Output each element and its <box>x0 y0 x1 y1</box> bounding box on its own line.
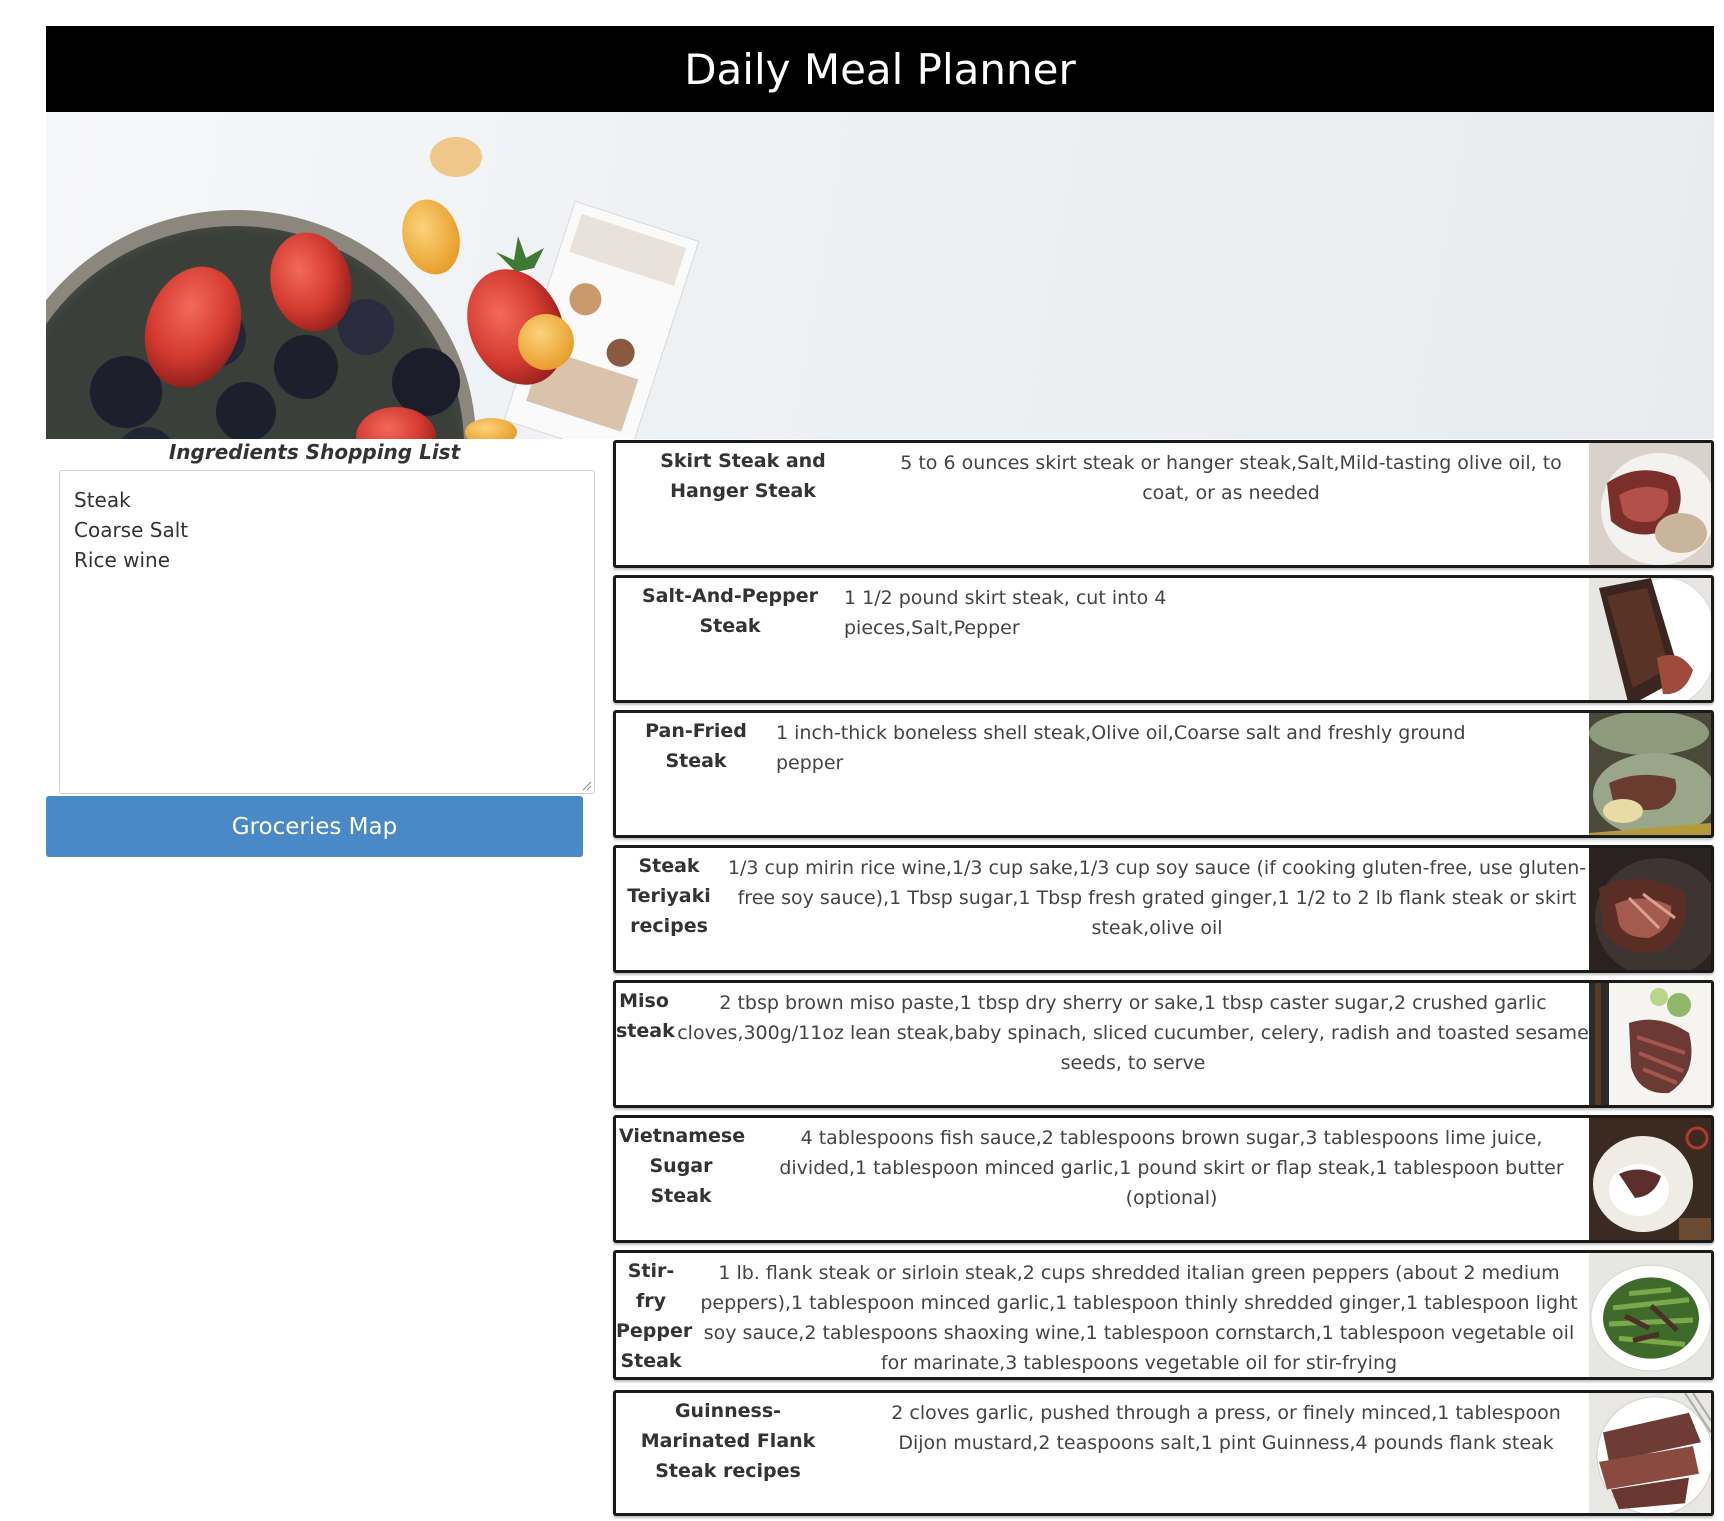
recipe-name: Pan-Fried Steak <box>645 720 747 772</box>
page-title: Daily Meal Planner <box>684 44 1076 94</box>
shopping-list-title: Ingredients Shopping List <box>168 440 461 464</box>
steak-photo <box>1589 443 1711 565</box>
recipe-ingredients: 1 1/2 pound skirt steak, cut into 4 piec… <box>844 587 1167 639</box>
recipe-ingredients: 5 to 6 ounces skirt steak or hanger stea… <box>900 452 1562 504</box>
recipe-name: Steak Teriyaki recipes <box>627 855 711 937</box>
recipe-card[interactable]: Miso steak 2 tbsp brown miso paste,1 tbs… <box>613 980 1714 1108</box>
recipe-card[interactable]: Stir-fry Pepper Steak 1 lb. flank steak … <box>613 1250 1714 1380</box>
groceries-map-button[interactable]: Groceries Map <box>46 796 583 857</box>
steak-photo <box>1589 1393 1711 1513</box>
recipe-ingredients: 2 tbsp brown miso paste,1 tbsp dry sherr… <box>677 992 1589 1074</box>
steak-photo <box>1589 848 1711 970</box>
recipe-card[interactable]: Salt-And-Pepper Steak 1 1/2 pound skirt … <box>613 575 1714 703</box>
steak-photo <box>1589 983 1711 1105</box>
shopping-list-item: Rice wine <box>74 548 171 572</box>
page: Daily Meal Planner Ingredients Shopping … <box>0 0 1724 1521</box>
recipe-name: Skirt Steak and Hanger Steak <box>660 450 826 502</box>
recipe-card[interactable]: Skirt Steak and Hanger Steak 5 to 6 ounc… <box>613 440 1714 568</box>
recipe-ingredients: 1 lb. flank steak or sirloin steak,2 cup… <box>700 1262 1578 1374</box>
shopping-list-item: Coarse Salt <box>74 518 189 542</box>
recipe-card[interactable]: Guinness-Marinated Flank Steak recipes 2… <box>613 1390 1714 1516</box>
recipe-name: Miso steak <box>616 990 675 1042</box>
recipe-name: Salt-And-Pepper Steak <box>642 585 818 637</box>
recipe-name: Guinness-Marinated Flank Steak recipes <box>640 1400 816 1482</box>
steak-photo <box>1589 1118 1711 1240</box>
recipe-ingredients: 1 inch-thick boneless shell steak,Olive … <box>776 722 1466 774</box>
shopping-list-item: Steak <box>74 488 131 512</box>
pepper-steak-photo <box>1589 1253 1711 1377</box>
recipe-card[interactable]: Steak Teriyaki recipes 1/3 cup mirin ric… <box>613 845 1714 973</box>
hero-banner-image <box>46 112 1714 439</box>
shopping-list-textarea[interactable]: Steak Coarse Salt Rice wine <box>59 470 595 794</box>
page-header: Daily Meal Planner <box>46 26 1714 112</box>
recipe-card[interactable]: Pan-Fried Steak 1 inch-thick boneless sh… <box>613 710 1714 838</box>
resize-handle-icon[interactable] <box>582 781 592 791</box>
recipe-ingredients: 1/3 cup mirin rice wine,1/3 cup sake,1/3… <box>727 857 1587 939</box>
steak-photo <box>1589 578 1711 700</box>
recipe-ingredients: 2 cloves garlic, pushed through a press,… <box>891 1402 1561 1454</box>
recipe-name: Stir-fry Pepper Steak <box>616 1260 693 1372</box>
steak-photo <box>1589 713 1711 835</box>
recipe-ingredients: 4 tablespoons fish sauce,2 tablespoons b… <box>779 1127 1564 1209</box>
recipe-card[interactable]: Vietnamese Sugar Steak 4 tablespoons fis… <box>613 1115 1714 1243</box>
recipe-name: Vietnamese Sugar Steak <box>619 1125 746 1207</box>
